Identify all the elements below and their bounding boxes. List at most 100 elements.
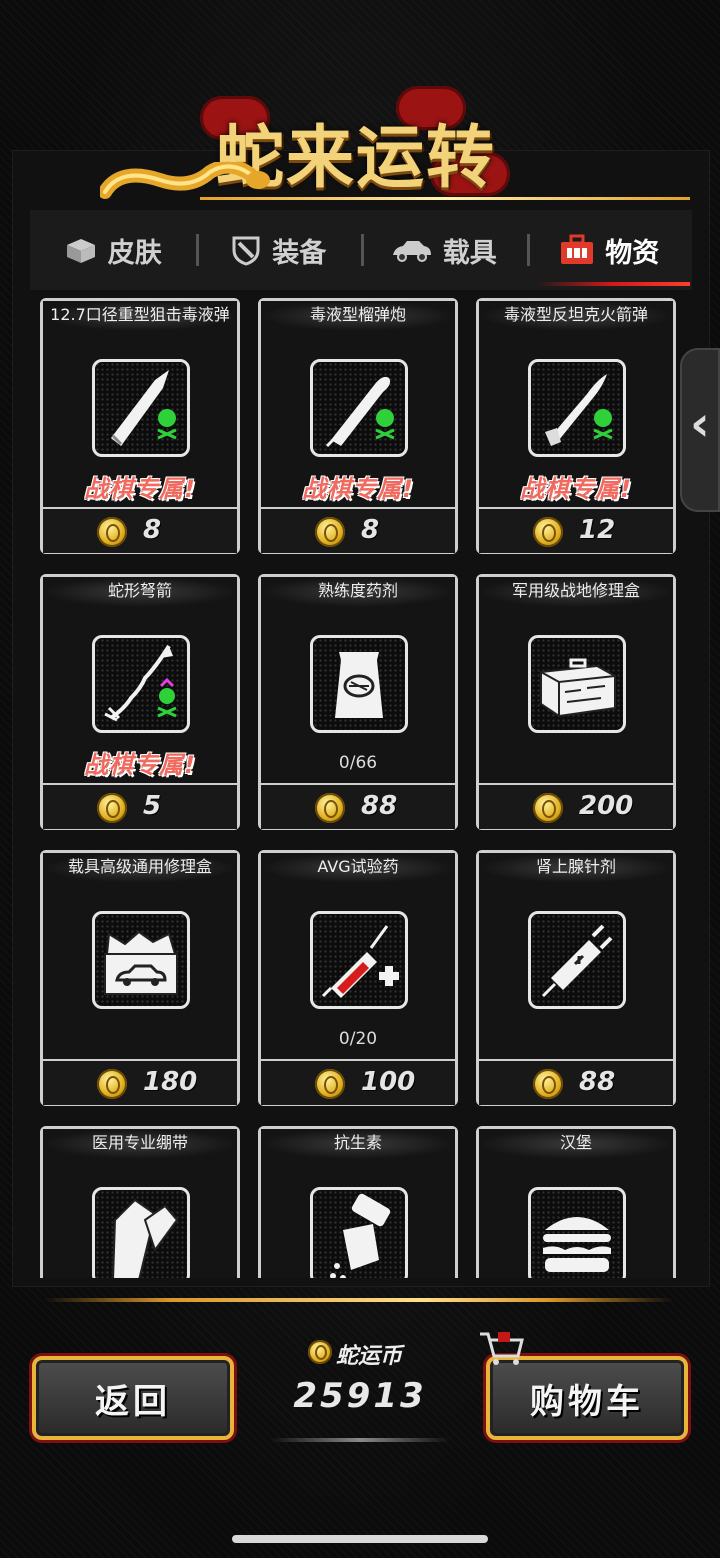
item-card[interactable]: 抗生素: [258, 1126, 458, 1278]
snake-coin-icon: [315, 517, 345, 547]
snake-coin-icon: [533, 793, 563, 823]
item-price: 8: [143, 515, 162, 545]
snake-coin-icon: [97, 1069, 127, 1099]
side-drawer-handle[interactable]: ‹: [680, 348, 720, 512]
item-icon-frame: [310, 635, 408, 733]
price-bar: 5: [43, 783, 237, 829]
chess-exclusive-badge: 战棋专属!: [302, 475, 414, 503]
item-price: 88: [579, 1067, 616, 1097]
proficiency-potion-bag-icon: [335, 652, 383, 718]
item-icon-frame: [528, 635, 626, 733]
item-price: 5: [143, 791, 162, 821]
pill-bottle-icon: [330, 1193, 391, 1278]
burger-icon: [543, 1217, 611, 1272]
grenade-shell-poison-icon: [325, 376, 395, 448]
vehicle-repair-box-icon: [104, 930, 178, 995]
cart-button-label: 购物车: [530, 1381, 644, 1422]
shopping-cart-icon: [480, 1332, 524, 1365]
item-card[interactable]: 军用级战地修理盒 200: [476, 574, 676, 830]
price-bar: 100: [261, 1059, 455, 1105]
tab-skin[interactable]: 皮肤: [30, 222, 196, 278]
bottom-divider: [44, 1298, 674, 1302]
item-name: 12.7口径重型狙击毒液弹: [43, 301, 237, 331]
item-name: 毒液型反坦克火箭弹: [479, 301, 673, 331]
price-bar: 88: [261, 783, 455, 829]
bullet-poison-icon: [111, 370, 177, 446]
item-name: 肾上腺针剂: [479, 853, 673, 883]
item-icon-frame: [528, 911, 626, 1009]
item-icon-frame: [92, 1187, 190, 1278]
item-card[interactable]: AVG试验药 0/20 100: [258, 850, 458, 1106]
golden-snake-icon: [100, 162, 270, 199]
price-bar: 180: [43, 1059, 237, 1105]
chess-exclusive-badge: 战棋专属!: [84, 475, 196, 503]
item-name: 军用级战地修理盒: [479, 577, 673, 607]
bandage-icon: [112, 1198, 179, 1278]
item-name: AVG试验药: [261, 853, 455, 883]
back-button-label: 返回: [95, 1381, 171, 1422]
item-price: 8: [361, 515, 380, 545]
item-icon-frame: [310, 359, 408, 457]
snake-coin-icon: [315, 1069, 345, 1099]
snake-coin-icon: [97, 793, 127, 823]
snake-coin-icon: [308, 1340, 332, 1364]
supplies-crate-icon: [561, 234, 594, 264]
tab-supplies[interactable]: 物资: [526, 222, 693, 278]
chess-exclusive-badge: 战棋专属!: [520, 475, 632, 503]
tab-vehicle[interactable]: 载具: [361, 222, 527, 278]
item-name: 蛇形弩箭: [43, 577, 237, 607]
price-bar: 8: [43, 507, 237, 553]
item-icon-frame: [528, 1187, 626, 1278]
item-icon-frame: [92, 911, 190, 1009]
active-tab-indicator: [536, 282, 690, 286]
tab-label: 装备: [272, 237, 327, 269]
item-card[interactable]: 毒液型榴弹炮 战棋专属! 8: [258, 298, 458, 554]
price-bar: 8: [261, 507, 455, 553]
vehicle-car-icon: [392, 241, 431, 262]
currency-label: 蛇运币: [300, 1338, 420, 1369]
currency-balance: 25913: [293, 1376, 427, 1416]
item-card[interactable]: 医用专业绷带: [40, 1126, 240, 1278]
item-card[interactable]: 熟练度药剂 0/66 88: [258, 574, 458, 830]
item-card[interactable]: 12.7口径重型狙击毒液弹 战棋专属! 8: [40, 298, 240, 554]
item-price: 88: [361, 791, 398, 821]
item-progress: 0/66: [338, 753, 378, 773]
item-name: 医用专业绷带: [43, 1129, 237, 1159]
price-bar: 88: [479, 1059, 673, 1105]
back-button[interactable]: 返回: [32, 1356, 234, 1440]
item-price: 200: [579, 791, 634, 821]
item-icon-frame: [92, 359, 190, 457]
item-name: 汉堡: [479, 1129, 673, 1159]
field-toolbox-icon: [540, 658, 616, 718]
tab-equipment[interactable]: 装备: [195, 222, 362, 278]
snake-coin-icon: [315, 793, 345, 823]
snake-coin-icon: [533, 1069, 563, 1099]
item-card[interactable]: 蛇形弩箭 战棋专属! 5: [40, 574, 240, 830]
home-indicator[interactable]: [232, 1535, 488, 1543]
adrenaline-syringe-icon: [541, 924, 613, 998]
snake-coin-icon: [97, 517, 127, 547]
item-card[interactable]: 肾上腺针剂 88: [476, 850, 676, 1106]
item-price: 12: [579, 515, 616, 545]
item-price: 180: [143, 1067, 198, 1097]
chevron-left-icon: ‹: [690, 396, 710, 452]
item-grid: 12.7口径重型狙击毒液弹 战棋专属! 8 毒液型榴弹炮 战棋专属! 8 毒液型…: [36, 294, 686, 1278]
snake-arrow-icon: [104, 644, 177, 722]
item-card[interactable]: 汉堡: [476, 1126, 676, 1278]
syringe-plus-icon: [321, 925, 399, 998]
item-price: 100: [361, 1067, 416, 1097]
cart-button[interactable]: 购物车: [480, 1332, 688, 1440]
tab-label: 载具: [442, 237, 497, 269]
item-name: 熟练度药剂: [261, 577, 455, 607]
chess-exclusive-badge: 战棋专属!: [84, 751, 196, 779]
event-banner: 蛇来运转: [100, 82, 540, 202]
balance-underline: [270, 1438, 450, 1442]
skin-box-icon: [66, 239, 95, 263]
category-tabs: 皮肤 装备 载具 物资: [30, 210, 692, 290]
price-bar: 12: [479, 507, 673, 553]
item-card[interactable]: 毒液型反坦克火箭弹 战棋专属! 12: [476, 298, 676, 554]
item-icon-frame: [310, 911, 408, 1009]
item-card[interactable]: 载具高级通用修理盒 180: [40, 850, 240, 1106]
item-name: 载具高级通用修理盒: [43, 853, 237, 883]
item-icon-frame: [528, 359, 626, 457]
